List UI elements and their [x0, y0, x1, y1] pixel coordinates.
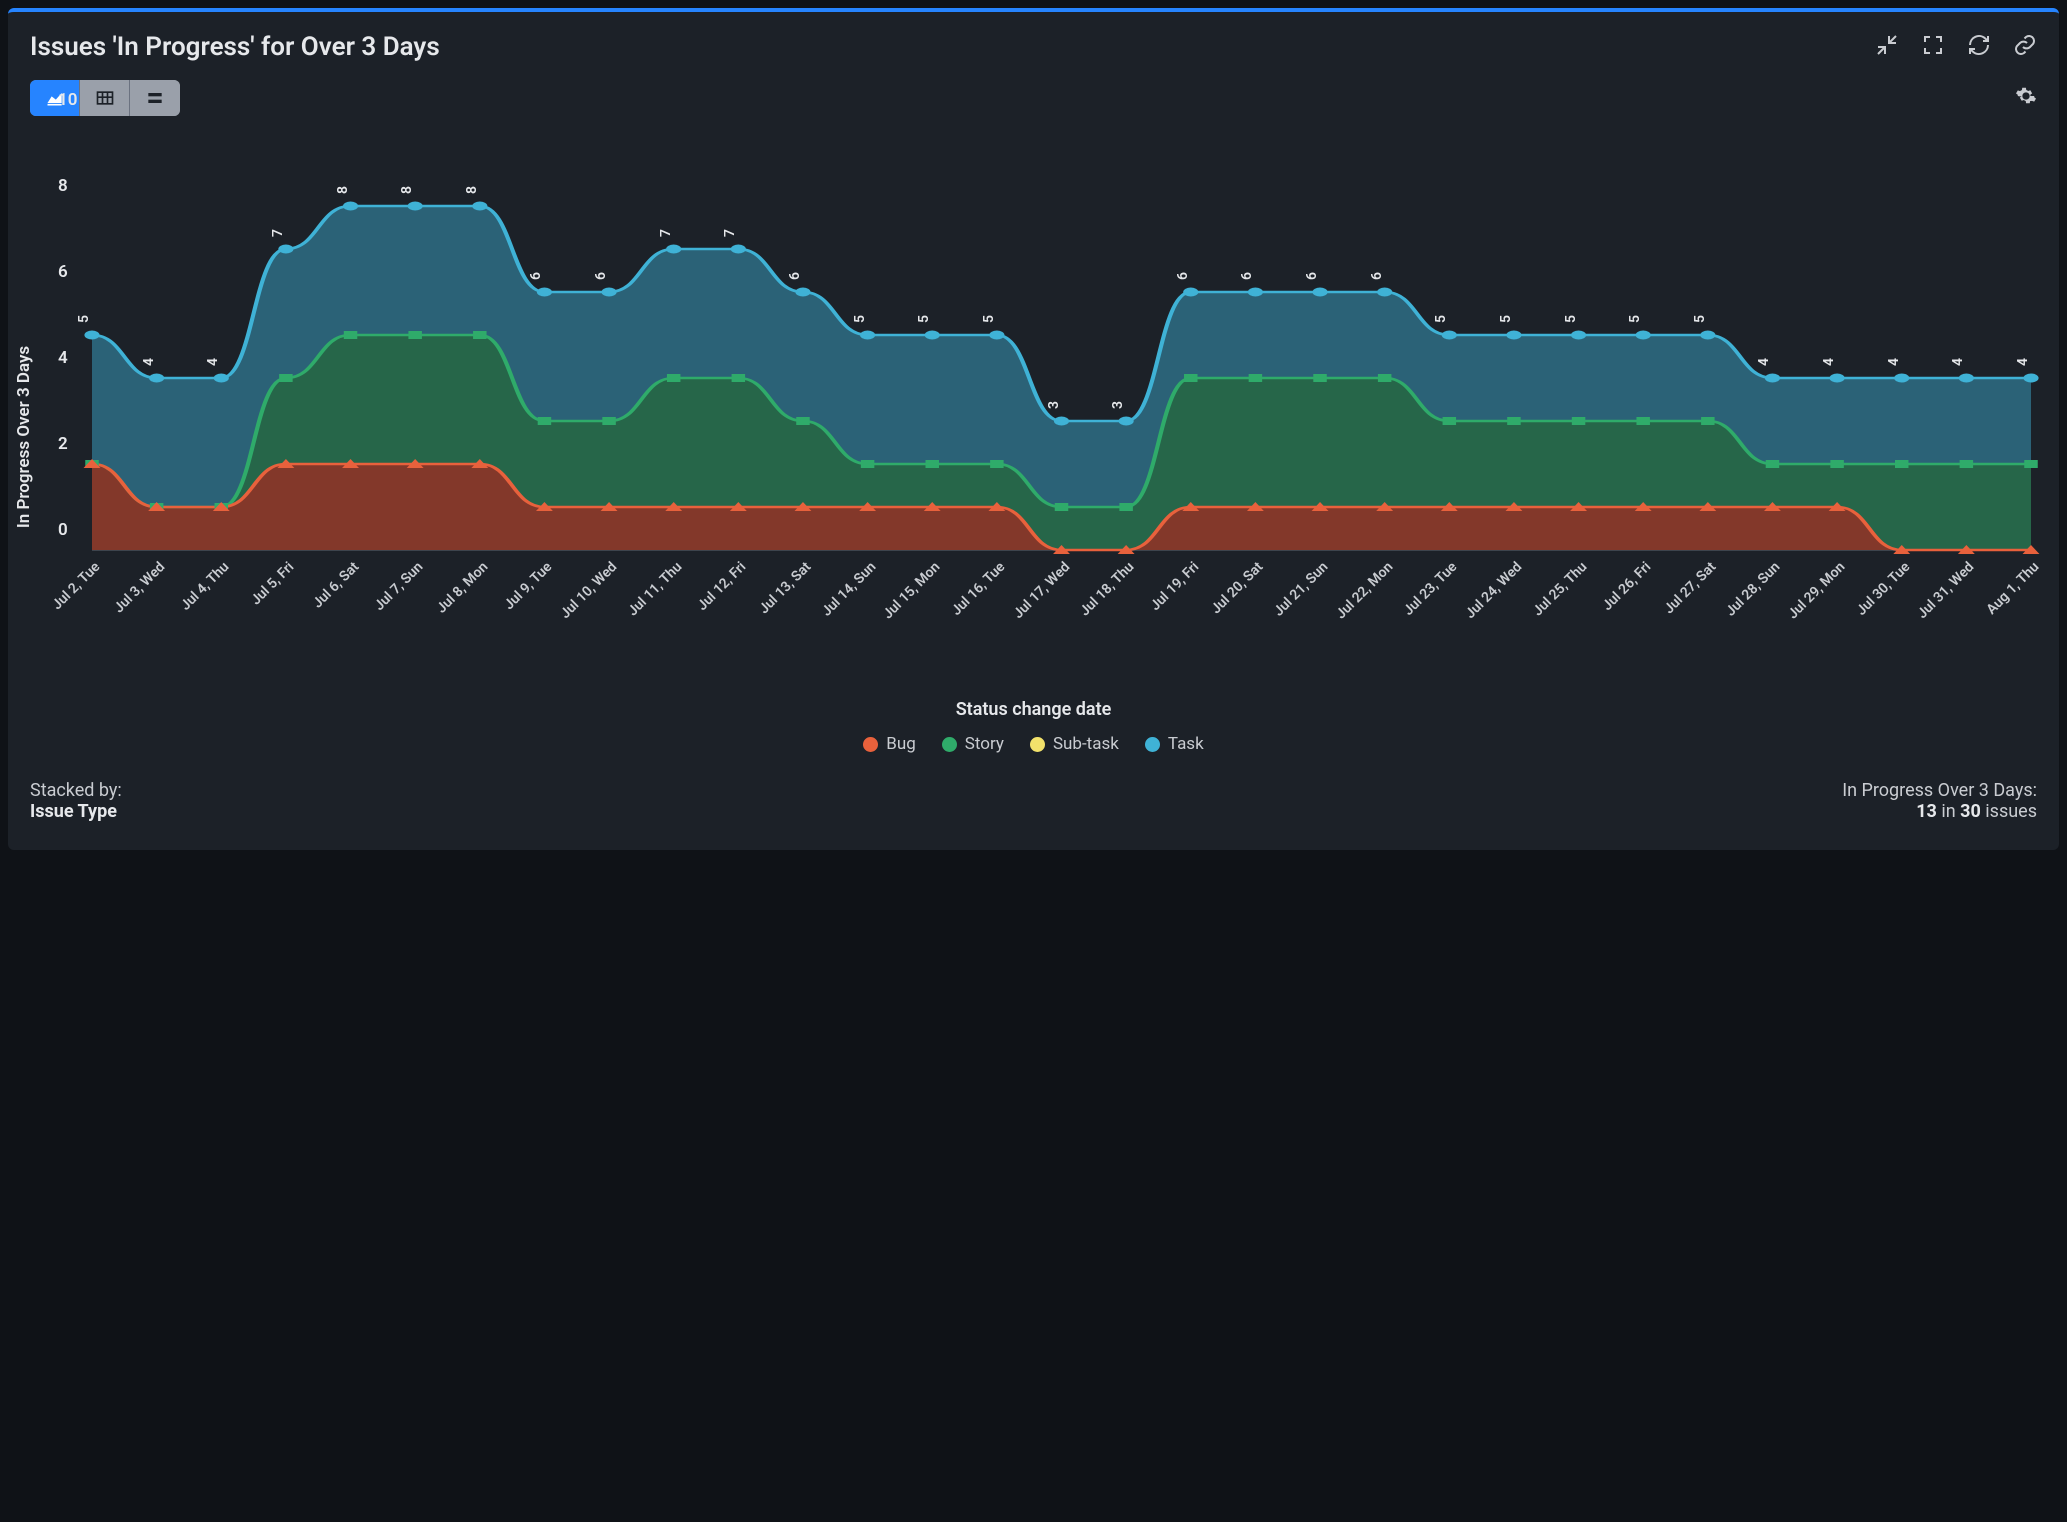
x-axis-label: Status change date: [30, 699, 2037, 720]
legend: Bug Story Sub-task Task: [30, 734, 2037, 754]
list-view-button[interactable]: [130, 80, 180, 116]
link-icon[interactable]: [2013, 33, 2037, 61]
view-switch: [30, 80, 180, 116]
chart-panel: Issues 'In Progress' for Over 3 Days In …: [8, 8, 2059, 850]
legend-subtask[interactable]: Sub-task: [1030, 734, 1119, 754]
refresh-icon[interactable]: [1967, 33, 1991, 61]
collapse-icon[interactable]: [1875, 33, 1899, 61]
legend-bug[interactable]: Bug: [863, 734, 916, 754]
plot-region: 02468105447888667765553366665555544444: [92, 120, 2031, 551]
legend-task[interactable]: Task: [1145, 734, 1204, 754]
settings-button[interactable]: [2015, 85, 2037, 111]
stacked-by: Stacked by: Issue Type: [30, 780, 122, 822]
panel-header: Issues 'In Progress' for Over 3 Days: [30, 32, 2037, 62]
area-chart-svg: [92, 120, 2031, 550]
panel-footer: Stacked by: Issue Type In Progress Over …: [30, 780, 2037, 822]
legend-story[interactable]: Story: [942, 734, 1004, 754]
chart-toolbar: [30, 80, 2037, 116]
table-view-button[interactable]: [80, 80, 130, 116]
summary: In Progress Over 3 Days: 13 in 30 issues: [1842, 780, 2037, 822]
panel-title: Issues 'In Progress' for Over 3 Days: [30, 32, 440, 62]
fullscreen-icon[interactable]: [1921, 33, 1945, 61]
y-axis-label: In Progress Over 3 Days: [14, 346, 34, 528]
chart-area: In Progress Over 3 Days 0246810544788866…: [30, 120, 2037, 754]
x-tick-labels: Jul 2, TueJul 3, WedJul 4, ThuJul 5, Fri…: [92, 551, 2031, 621]
panel-actions: [1875, 33, 2037, 61]
